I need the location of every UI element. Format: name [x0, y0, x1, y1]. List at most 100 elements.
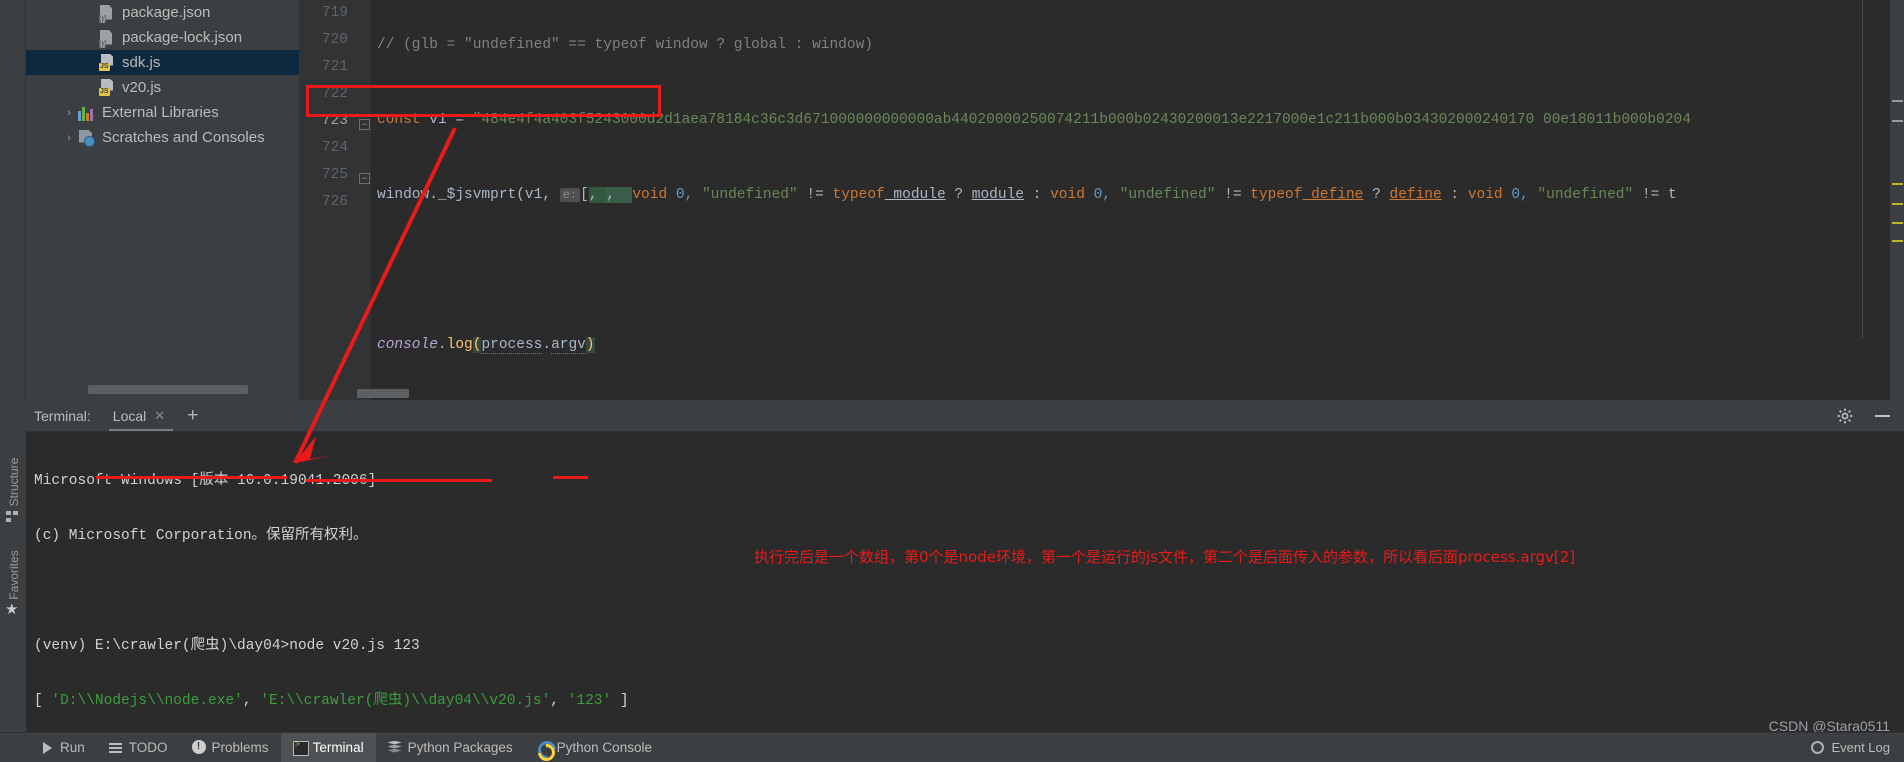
fold-collapse-icon[interactable]: −	[359, 173, 370, 184]
ide-window: package.json package-lock.json sdk.js v2…	[0, 0, 1904, 762]
code-string: "undefined"	[1119, 187, 1216, 203]
tree-item-external-libraries[interactable]: › External Libraries	[26, 100, 299, 125]
tree-horizontal-scrollbar[interactable]	[88, 385, 248, 394]
python-console-icon	[537, 741, 551, 755]
chevron-right-icon[interactable]: ›	[60, 132, 78, 144]
scratches-icon	[78, 129, 96, 147]
code-editor[interactable]: 719 720 721 722 723 724 725 726 − − // (…	[299, 0, 1904, 400]
code-operator: ?	[945, 187, 972, 203]
todo-icon	[108, 741, 123, 755]
code-identifier: define	[1302, 187, 1364, 203]
code-number: 0,	[1084, 187, 1120, 203]
array-open-bracket: [	[34, 693, 52, 709]
code-string: "undefined"	[1537, 187, 1634, 203]
sidebar-item-favorites[interactable]: Favorites	[7, 545, 21, 605]
close-icon[interactable]: ✕	[154, 408, 165, 424]
right-margin-guide	[1862, 0, 1863, 338]
tree-item-scratches-and-consoles[interactable]: › Scratches and Consoles	[26, 125, 299, 150]
tree-item-label: v20.js	[122, 79, 162, 96]
code-keyword: void	[1467, 187, 1503, 203]
panel-header-actions	[1837, 408, 1904, 424]
code-operator: ?	[1363, 187, 1390, 203]
tool-window-bar: Run TODO Problems Terminal Python Packag…	[0, 732, 1904, 762]
status-button-todo[interactable]: TODO	[97, 733, 180, 762]
chevron-right-icon[interactable]: ›	[60, 107, 78, 119]
left-tool-rail-bottom: Structure Favorites ★	[0, 400, 26, 732]
tree-item-v20-js[interactable]: v20.js	[26, 75, 299, 100]
status-button-python-console[interactable]: Python Console	[525, 733, 664, 762]
array-separator: ,	[242, 693, 261, 709]
code-identifier: process	[481, 337, 543, 354]
argv-1-value: 'E:\\crawler(爬虫)\\day04\\v20.js'	[260, 693, 551, 709]
underline-script-path	[306, 479, 492, 482]
argv-0-value: 'D:\\Nodejs\\node.exe'	[51, 693, 243, 709]
terminal-panel-header: Terminal: Local ✕ +	[26, 400, 1904, 432]
code-bracket: [	[580, 187, 589, 203]
star-icon: ★	[5, 601, 19, 618]
code-text[interactable]: // (glb = "undefined" == typeof window ?…	[371, 0, 1904, 400]
json-file-icon	[98, 29, 116, 48]
code-string: "484e4f4a403f5243000d2d1aea78184c36c3d67…	[472, 112, 1691, 128]
status-button-run[interactable]: Run	[28, 733, 97, 762]
run-icon	[40, 741, 54, 755]
project-tree[interactable]: package.json package-lock.json sdk.js v2…	[26, 0, 299, 400]
code-static-identifier: console	[377, 337, 438, 353]
marker-stripe-warning	[1892, 240, 1903, 242]
python-packages-icon	[387, 740, 402, 755]
tree-item-package-json[interactable]: package.json	[26, 0, 299, 25]
json-file-icon	[98, 4, 116, 23]
code-line-721: window._$jsvmprt(v1, e: [, , void 0, "und…	[371, 182, 1904, 209]
event-log-label[interactable]: Event Log	[1831, 740, 1890, 755]
js-file-icon	[98, 79, 116, 97]
line-number-gutter: 719 720 721 722 723 724 725 726	[299, 0, 357, 400]
sidebar-item-structure[interactable]: Structure	[7, 452, 21, 512]
status-button-terminal[interactable]: Terminal	[280, 732, 376, 762]
status-button-python-packages[interactable]: Python Packages	[376, 733, 525, 762]
code-keyword: void	[1050, 187, 1085, 203]
code-operator: .	[437, 337, 447, 353]
add-terminal-tab-button[interactable]: +	[187, 406, 198, 425]
marker-stripe-warning	[1892, 183, 1903, 185]
code-operator: :	[1023, 187, 1051, 203]
tree-item-label: External Libraries	[102, 104, 219, 121]
code-operator: !=	[1215, 187, 1251, 203]
terminal-output[interactable]: Microsoft Windows [版本 10.0.19041.2006] (…	[26, 432, 1904, 732]
editor-horizontal-scrollbar[interactable]	[357, 389, 409, 398]
left-tool-rail-top	[0, 0, 26, 400]
status-button-label: Python Console	[556, 740, 652, 755]
code-folding-gutter[interactable]: − −	[357, 0, 371, 400]
editor-marker-lane[interactable]	[1890, 0, 1904, 400]
minimize-icon[interactable]	[1875, 414, 1890, 417]
code-highlight-mark: ,	[588, 187, 607, 203]
tab-active-underline	[108, 428, 174, 431]
fold-collapse-icon[interactable]: −	[359, 119, 370, 130]
tree-item-label: Scratches and Consoles	[102, 129, 265, 146]
problems-icon	[191, 739, 206, 755]
structure-icon	[6, 510, 20, 524]
underline-node-path	[96, 476, 287, 479]
underline-argument	[553, 476, 588, 479]
code-operator: != t	[1633, 187, 1677, 203]
code-identifier: module	[884, 187, 946, 203]
code-keyword: typeof	[832, 187, 885, 203]
marker-stripe	[1892, 100, 1903, 102]
tree-item-sdk-js[interactable]: sdk.js	[26, 50, 299, 75]
event-log-icon	[1811, 741, 1825, 754]
tree-item-package-lock-json[interactable]: package-lock.json	[26, 25, 299, 50]
gear-icon[interactable]	[1837, 408, 1853, 424]
terminal-panel-title: Terminal:	[34, 407, 91, 424]
array-separator: ,	[550, 693, 568, 709]
code-highlight-mark: ,	[606, 187, 633, 203]
status-button-problems[interactable]: Problems	[180, 733, 281, 762]
code-identifier: v1 =	[420, 112, 473, 128]
terminal-command-line: (venv) E:\crawler(爬虫)\day04>node v20.js …	[34, 638, 420, 654]
terminal-tab-local[interactable]: Local ✕	[108, 408, 174, 431]
terminal-tool-window: Structure Favorites ★ Terminal: Local ✕ …	[0, 400, 1904, 732]
annotation-chinese-note: 执行完后是一个数组，第0个是node环境，第一个是运行的js文件，第二个是后面传…	[754, 548, 1576, 566]
top-split: package.json package-lock.json sdk.js v2…	[0, 0, 1904, 400]
array-close-bracket: ]	[611, 693, 629, 709]
code-operator: !=	[797, 187, 833, 203]
tree-item-label: package-lock.json	[122, 29, 243, 46]
